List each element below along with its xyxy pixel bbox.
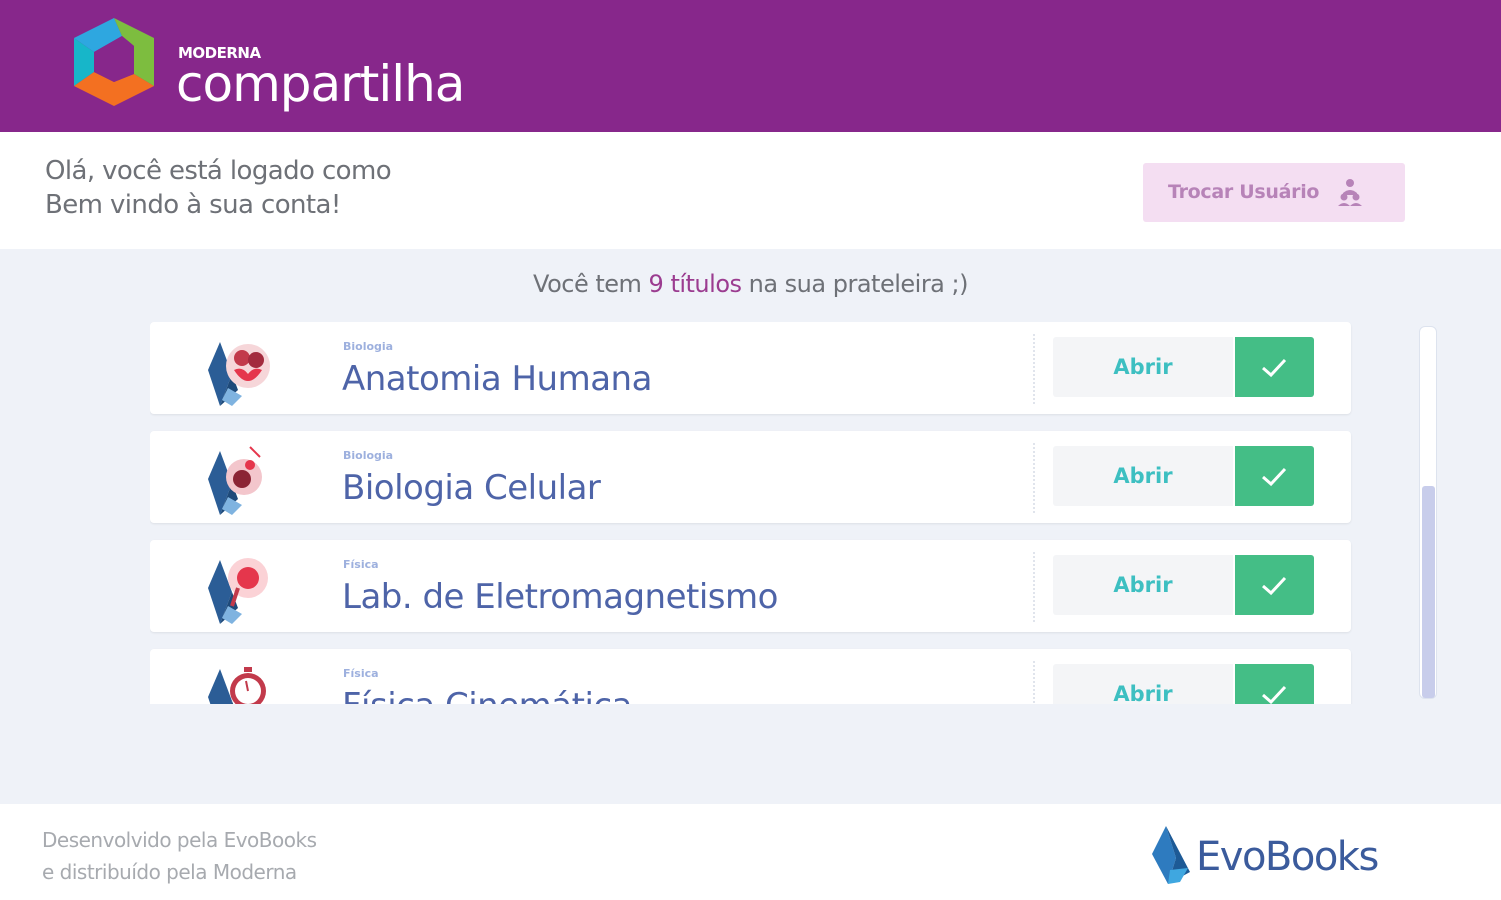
moderna-logo-icon [74,18,154,106]
divider [1033,334,1035,404]
switch-user-button[interactable]: Trocar Usuário [1143,163,1405,222]
shelf-count-suffix: na sua prateleira ;) [741,270,969,298]
cell-book-icon [208,446,262,515]
item-title: Anatomia Humana [342,359,652,399]
stopwatch-book-icon [208,667,266,704]
check-button[interactable] [1235,664,1314,704]
shelf-count-prefix: Você tem [533,270,649,298]
item-title: Lab. de Eletromagnetismo [342,577,778,617]
divider [1033,552,1035,622]
user-bar: Olá, você está logado como Bem vindo à s… [0,132,1501,249]
check-icon [1262,685,1287,704]
evobooks-logo-icon [1152,826,1190,884]
check-icon [1262,467,1287,487]
item-subject: Física [343,558,379,571]
open-label: Abrir [1113,464,1173,488]
open-button[interactable]: Abrir [1053,337,1233,397]
list-item: Física Lab. de Eletromagnetismo Abrir [150,540,1351,632]
check-button[interactable] [1235,446,1314,506]
check-icon [1262,576,1287,596]
check-button[interactable] [1235,555,1314,615]
check-button[interactable] [1235,337,1314,397]
list-item: Biologia Biologia Celular Abrir [150,431,1351,523]
scrollbar-thumb[interactable] [1422,486,1435,698]
app-header: MODERNA compartilha [0,0,1501,132]
credit-line-1: Desenvolvido pela EvoBooks [42,828,317,852]
item-title: Biologia Celular [342,468,601,508]
list-item: Física Física Cinemática Abrir [150,649,1351,704]
greeting-line-2: Bem vindo à sua conta! [45,190,341,220]
app-footer: Desenvolvido pela EvoBooks e distribuído… [0,804,1501,900]
evobooks-logo-text: EvoBooks [1196,834,1379,880]
item-subject: Física [343,667,379,680]
switch-user-label: Trocar Usuário [1168,181,1320,203]
credit-line-2: e distribuído pela Moderna [42,860,297,884]
title-list[interactable]: Biologia Anatomia Humana Abrir Biologia … [150,322,1353,704]
users-icon [1338,179,1362,206]
heart-book-icon [208,342,270,406]
open-button[interactable]: Abrir [1053,446,1233,506]
open-label: Abrir [1113,682,1173,704]
item-title: Física Cinemática [342,686,632,704]
open-button[interactable]: Abrir [1053,555,1233,615]
shelf-count: Você tem 9 títulos na sua prateleira ;) [0,270,1501,298]
magnet-book-icon [208,558,268,624]
item-subject: Biologia [343,449,394,462]
shelf-count-highlight: 9 títulos [648,270,742,298]
divider [1033,661,1035,704]
open-label: Abrir [1113,355,1173,379]
brand-title: compartilha [176,55,465,113]
item-subject: Biologia [343,340,394,353]
divider [1033,443,1035,513]
open-label: Abrir [1113,573,1173,597]
list-item: Biologia Anatomia Humana Abrir [150,322,1351,414]
check-icon [1262,358,1287,378]
open-button[interactable]: Abrir [1053,664,1233,704]
greeting-line-1: Olá, você está logado como [45,156,392,186]
